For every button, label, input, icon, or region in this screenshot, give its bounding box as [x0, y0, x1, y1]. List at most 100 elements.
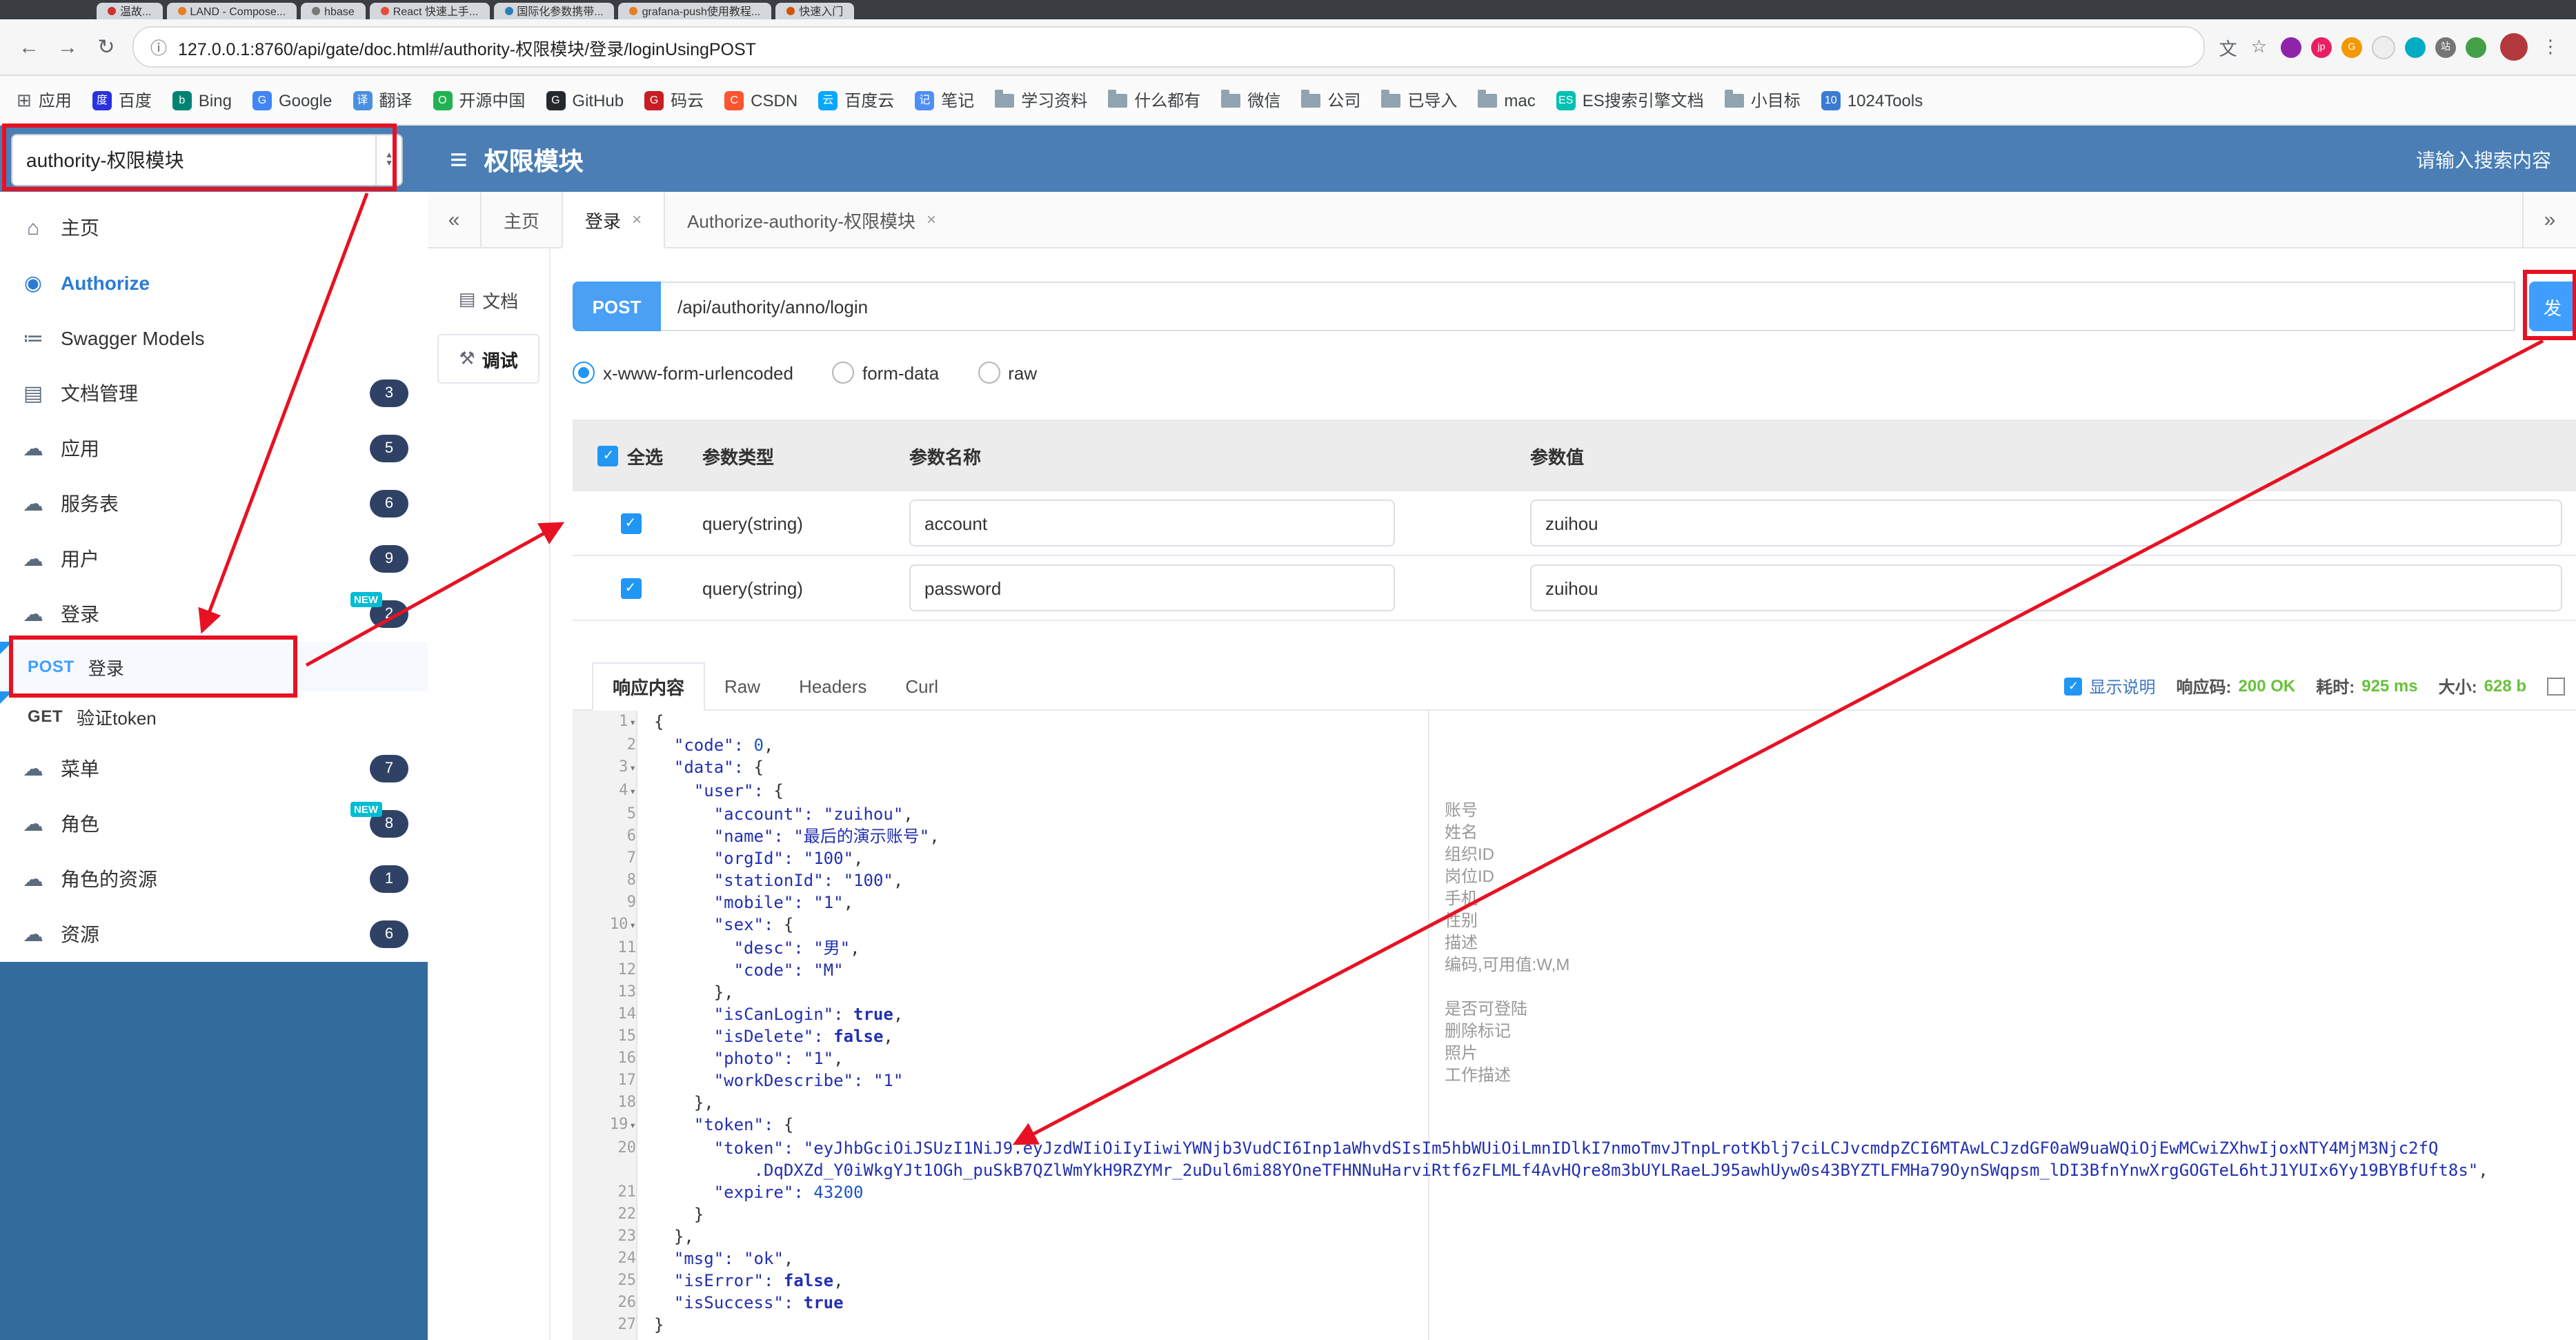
param-name-input[interactable]: account — [909, 500, 1395, 546]
reload-icon[interactable]: ↻ — [94, 35, 119, 59]
profile-avatar[interactable] — [2500, 33, 2528, 61]
browser-tab[interactable]: React 快速上手... — [369, 3, 490, 19]
bookmark-item[interactable]: G 码云 — [644, 88, 704, 112]
close-tab-icon[interactable]: × — [632, 210, 642, 229]
doc-tab-login[interactable]: 登录 × — [562, 192, 666, 248]
param-checkbox[interactable]: ✓ — [620, 513, 641, 533]
sidebar-item-service[interactable]: ☁ 服务表 6 — [0, 476, 428, 531]
subnav-doc[interactable]: ▤ 文档 — [439, 276, 538, 323]
doc-tab-label: 主页 — [504, 210, 540, 231]
response-tab-Headers[interactable]: Headers — [780, 662, 886, 709]
collapse-tabs-icon[interactable]: « — [428, 192, 482, 247]
bookmark-item[interactable]: 10 1024Tools — [1821, 90, 1923, 110]
sidebar-item-doc-manage[interactable]: ▤ 文档管理 3 — [0, 366, 428, 421]
doc-tab-home[interactable]: 主页 — [482, 192, 562, 247]
sidebar-api-verify-token-get[interactable]: GET 验证token — [0, 691, 428, 741]
fold-caret-icon[interactable]: ▾ — [629, 919, 636, 932]
close-tab-icon[interactable]: × — [927, 210, 936, 229]
bookmark-item[interactable]: b Bing — [172, 90, 232, 110]
bookmark-item[interactable]: ⊞ 应用 — [17, 88, 72, 112]
editor-line: 22 } — [573, 1203, 2576, 1225]
sidebar-item-login[interactable]: ☁ 登录 NEW 2 — [0, 587, 428, 642]
sidebar-api-login-post[interactable]: POST 登录 — [0, 642, 428, 691]
expand-tabs-icon[interactable]: » — [2522, 192, 2576, 247]
select-all-checkbox[interactable]: ✓ — [597, 445, 619, 466]
sidebar-item-user[interactable]: ☁ 用户 9 — [0, 531, 428, 587]
extension-icon[interactable]: jp — [2311, 37, 2332, 57]
fold-caret-icon[interactable]: ▾ — [629, 762, 636, 774]
bookmark-item[interactable]: 什么都有 — [1108, 88, 1200, 112]
bookmark-item[interactable]: mac — [1478, 89, 1536, 110]
extension-icon[interactable] — [2405, 37, 2426, 57]
param-value-input[interactable]: zuihou — [1530, 500, 2562, 546]
doc-tab-authorize[interactable]: Authorize-authority-权限模块 × — [665, 192, 958, 247]
content-type-radio-x-www-form-urlencoded[interactable]: x-www-form-urlencoded — [573, 362, 793, 384]
sidebar-item-menu[interactable]: ☁ 菜单 7 — [0, 741, 428, 796]
bookmark-item[interactable]: C CSDN — [724, 90, 797, 110]
response-editor[interactable]: 1 ▾{2 "code": 0, 3 ▾ "data": {4 ▾ "user": {5… — [573, 711, 2576, 1340]
bookmark-favicon-icon: O — [433, 90, 453, 110]
extension-icon[interactable] — [2466, 37, 2486, 57]
bookmark-star-icon[interactable]: ☆ — [2251, 36, 2267, 58]
extension-icon[interactable] — [2372, 35, 2395, 59]
address-bar[interactable]: ⓘ 127.0.0.1:8760/api/gate/doc.html#/auth… — [132, 26, 2206, 68]
bookmark-item[interactable]: 微信 — [1221, 88, 1280, 112]
bookmark-item[interactable]: 记笔记 — [915, 88, 974, 112]
bookmark-item[interactable]: G GitHub — [546, 90, 624, 110]
column-header: 参数名称 — [909, 446, 982, 467]
elapsed-value: 925 ms — [2361, 676, 2418, 696]
fold-caret-icon[interactable]: ▾ — [629, 716, 636, 729]
extension-icon[interactable]: 站 — [2435, 37, 2456, 57]
bookmark-item[interactable]: G Google — [252, 90, 332, 110]
sidebar-item-role[interactable]: ☁ 角色 NEW 8 — [0, 796, 428, 851]
bookmark-item[interactable]: 已导入 — [1381, 88, 1457, 112]
param-checkbox[interactable]: ✓ — [620, 578, 641, 598]
line-number: 25 — [617, 1271, 637, 1289]
fold-caret-icon[interactable]: ▾ — [629, 785, 636, 798]
header-search-input[interactable]: 请输入搜索内容 — [2416, 146, 2551, 174]
bookmark-item[interactable]: 译翻译 — [353, 88, 412, 112]
content-type-radio-form-data[interactable]: form-data — [831, 362, 939, 384]
bookmark-item[interactable]: O 开源中国 — [433, 88, 525, 112]
browser-tab[interactable]: grafana-push使用教程... — [618, 3, 772, 19]
forward-icon[interactable]: → — [55, 35, 80, 59]
response-tab-响应内容[interactable]: 响应内容 — [592, 662, 706, 711]
show-description-checkbox[interactable]: ✓ — [2064, 677, 2083, 695]
response-tab-Curl[interactable]: Curl — [886, 662, 958, 709]
fullscreen-icon[interactable] — [2547, 677, 2565, 695]
extension-icon[interactable] — [2281, 37, 2301, 57]
browser-tab[interactable]: 温故... — [97, 3, 163, 19]
menu-toggle-icon[interactable]: ≡ — [450, 144, 468, 175]
param-name-input[interactable]: password — [909, 564, 1395, 611]
extension-icon[interactable]: G — [2341, 37, 2362, 57]
fold-caret-icon[interactable]: ▾ — [629, 1119, 636, 1132]
back-icon[interactable]: ← — [17, 35, 41, 59]
module-select[interactable]: authority-权限模块 ▲ ▼ — [11, 134, 403, 186]
sidebar-item-authorize[interactable]: ◉ Authorize — [0, 255, 428, 311]
line-number: 12 — [617, 960, 637, 978]
bookmark-item[interactable]: 度百度 — [92, 88, 152, 112]
endpoint-url-input[interactable]: /api/authority/anno/login — [661, 282, 2515, 331]
sidebar-item-resource[interactable]: ☁ 资源 6 — [0, 907, 428, 962]
sidebar-item-role-resource[interactable]: ☁ 角色的资源 1 — [0, 851, 428, 907]
browser-tab[interactable]: LAND - Compose... — [166, 3, 297, 19]
browser-tab[interactable]: hbase — [301, 3, 366, 19]
subnav-debug[interactable]: ⚒ 调试 — [437, 334, 539, 384]
sidebar-item-app[interactable]: ☁ 应用 5 — [0, 421, 428, 476]
translate-icon[interactable]: 文 — [2219, 34, 2237, 60]
page-info-icon[interactable]: ⓘ — [150, 35, 167, 59]
browser-tab[interactable]: 国际化参数携带... — [493, 3, 615, 19]
content-type-radio-raw[interactable]: raw — [978, 362, 1037, 384]
browser-menu-icon[interactable]: ⋮ — [2542, 36, 2559, 58]
bookmark-item[interactable]: 学习资料 — [995, 88, 1087, 112]
send-button[interactable]: 发 — [2529, 282, 2576, 331]
bookmark-item[interactable]: ES ES搜索引擎文档 — [1556, 88, 1704, 112]
bookmark-item[interactable]: 公司 — [1301, 88, 1360, 112]
sidebar-item-home[interactable]: ⌂ 主页 — [0, 200, 428, 255]
browser-tab[interactable]: 快速入门 — [775, 3, 855, 19]
bookmark-item[interactable]: 小目标 — [1724, 88, 1801, 112]
sidebar-item-swagger-models[interactable]: ≔ Swagger Models — [0, 311, 428, 366]
param-value-input[interactable]: zuihou — [1530, 564, 2562, 611]
bookmark-item[interactable]: 云百度云 — [818, 88, 894, 112]
response-tab-Raw[interactable]: Raw — [705, 662, 780, 709]
